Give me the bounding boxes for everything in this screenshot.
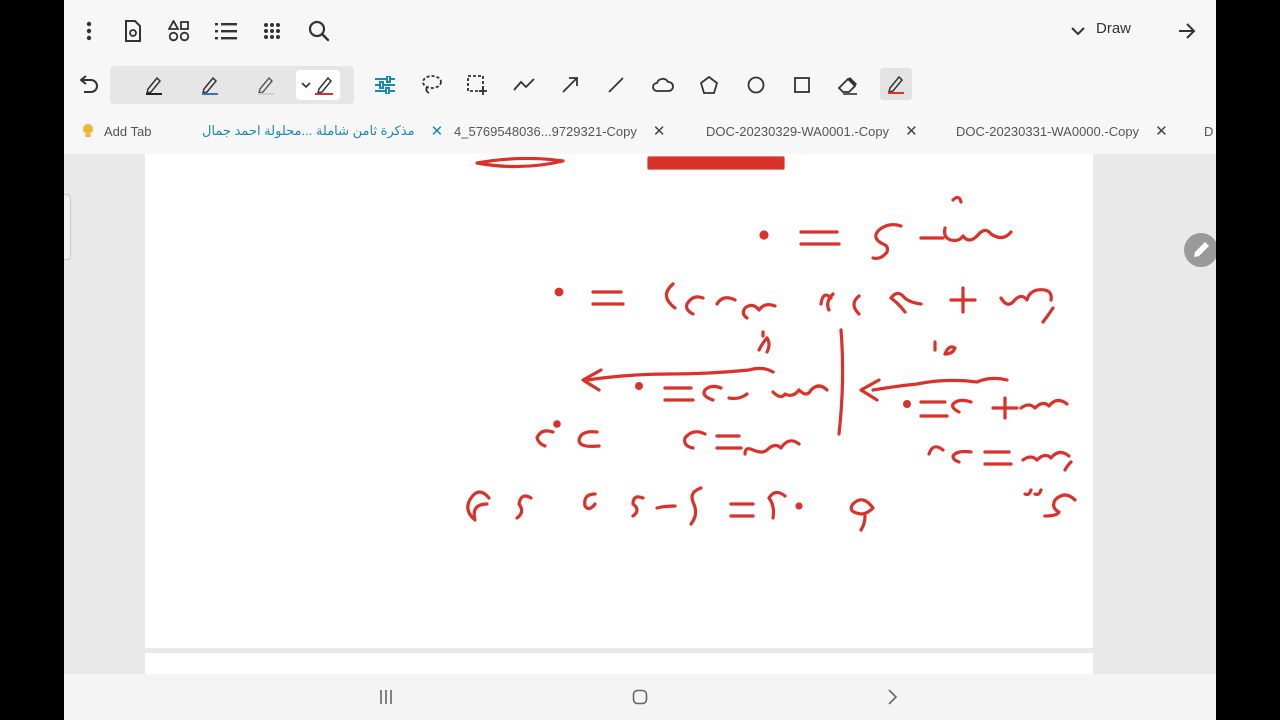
blue-pen-icon[interactable]	[188, 70, 232, 100]
bulb-icon	[83, 124, 93, 137]
circle-tool-icon[interactable]	[743, 72, 769, 98]
app-screen: Draw Add Tab مذكرة ثامن شاملة ...محلولة …	[64, 0, 1216, 720]
cloud-icon[interactable]	[650, 72, 676, 98]
light-pen-icon[interactable]	[244, 70, 288, 100]
black-pen-icon[interactable]	[132, 70, 176, 100]
rectangle-tool-icon[interactable]	[789, 72, 815, 98]
close-icon[interactable]: ✕	[1155, 122, 1168, 140]
tab-label: DOC-20230329-WA0001.-Copy	[706, 123, 890, 139]
tab-label: DOC-20230331-WA0000.-Copy	[956, 123, 1140, 139]
add-tab-button[interactable]: Add Tab	[80, 108, 151, 154]
edit-fab-button[interactable]	[1184, 233, 1216, 267]
tab-bar: Add Tab مذكرة ثامن شاملة ...محلولة احمد …	[64, 108, 1216, 155]
drawing-toolbar	[64, 62, 1216, 108]
pen-presets	[110, 66, 354, 104]
tab-document[interactable]: 4_5769548036...9729321-Copy ✕	[454, 108, 665, 154]
back-icon[interactable]	[880, 686, 904, 708]
highlighter-icon[interactable]	[880, 68, 912, 100]
chevron-down-icon[interactable]	[1068, 22, 1088, 40]
line-tool-icon[interactable]	[603, 72, 629, 98]
system-nav-bar	[64, 674, 1216, 720]
red-pen-icon[interactable]	[296, 70, 340, 100]
tab-document-active[interactable]: مذكرة ثامن شاملة ...محلولة احمد جمال ✕	[202, 108, 443, 154]
tab-label: D	[1204, 123, 1214, 139]
home-icon[interactable]	[628, 686, 652, 708]
add-tab-label: Add Tab	[104, 123, 152, 139]
lasso-icon[interactable]	[418, 72, 444, 98]
close-icon[interactable]: ✕	[905, 122, 918, 140]
arrow-tool-icon[interactable]	[557, 72, 583, 98]
freehand-line-icon[interactable]	[511, 72, 537, 98]
tab-document[interactable]: DOC-20230329-WA0001.-Copy ✕	[706, 108, 918, 154]
arrow-right-icon[interactable]	[1174, 18, 1200, 44]
settings-sliders-icon[interactable]	[372, 72, 398, 98]
shapes-icon[interactable]	[166, 18, 192, 44]
handwritten-math	[466, 156, 1077, 532]
apps-grid-icon[interactable]	[259, 18, 285, 44]
page-settings-icon[interactable]	[120, 18, 146, 44]
top-toolbar: Draw	[64, 0, 1216, 62]
side-drawer-handle[interactable]	[64, 194, 71, 260]
tab-label: مذكرة ثامن شاملة ...محلولة احمد جمال	[202, 123, 415, 138]
close-icon[interactable]: ✕	[653, 122, 666, 140]
tab-label: 4_5769548036...9729321-Copy	[454, 123, 637, 139]
document-page[interactable]	[145, 154, 1093, 648]
undo-icon[interactable]	[74, 72, 100, 98]
tab-document-partial[interactable]: D	[1204, 108, 1213, 154]
draw-mode-label[interactable]: Draw	[1096, 20, 1131, 37]
list-icon[interactable]	[213, 18, 239, 44]
pentagon-icon[interactable]	[696, 72, 722, 98]
pencil-icon	[1194, 242, 1209, 257]
search-icon[interactable]	[306, 18, 332, 44]
tab-document[interactable]: DOC-20230331-WA0000.-Copy ✕	[956, 108, 1168, 154]
more-icon[interactable]	[78, 18, 100, 44]
recents-icon[interactable]	[374, 686, 398, 708]
close-icon[interactable]: ✕	[431, 122, 444, 140]
eraser-icon[interactable]	[835, 72, 861, 98]
select-rect-icon[interactable]	[464, 72, 490, 98]
document-canvas[interactable]	[64, 154, 1216, 678]
